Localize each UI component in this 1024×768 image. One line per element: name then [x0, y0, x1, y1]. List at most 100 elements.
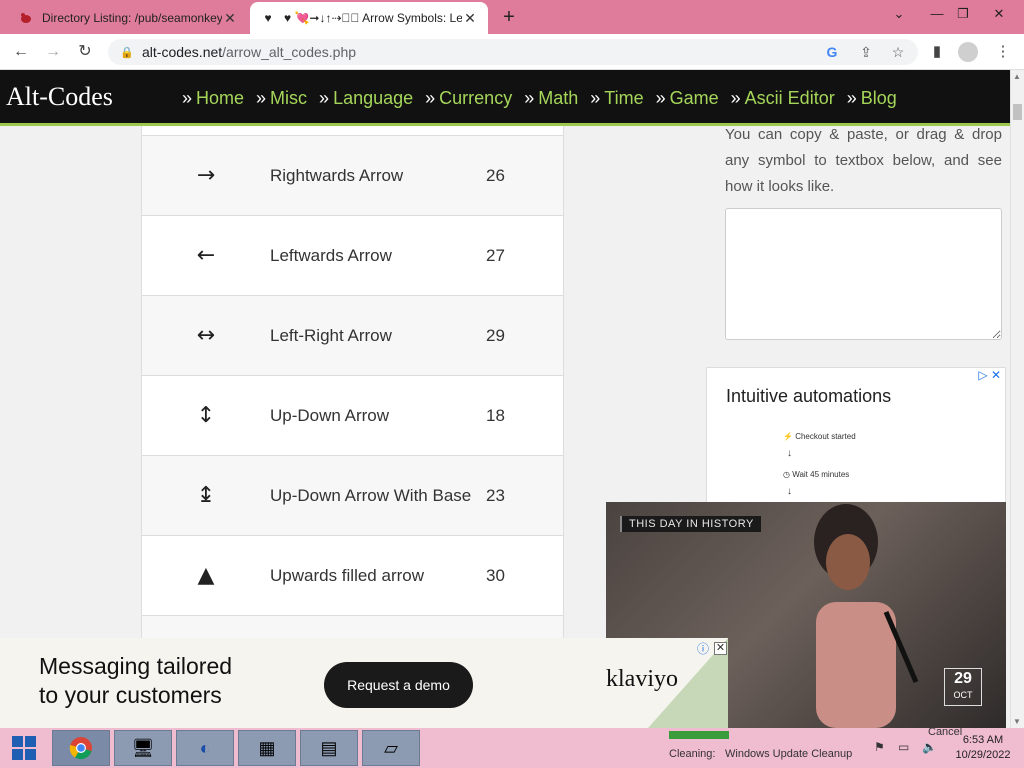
system-clock[interactable]: 6:53 AM 10/29/2022: [950, 733, 1016, 763]
profile-avatar[interactable]: [958, 42, 978, 62]
computer-icon: 🖥: [131, 737, 155, 758]
bug-icon: [18, 10, 34, 26]
nav-item-language[interactable]: » Language: [319, 88, 413, 109]
nav-item-game[interactable]: » Game: [656, 88, 719, 109]
alt-code: 30: [486, 565, 505, 585]
ad-info-icon[interactable]: ⓘ: [697, 640, 709, 657]
klaviyo-logo: klaviyo: [606, 666, 678, 692]
symbol-test-textbox[interactable]: [725, 208, 1002, 340]
volume-icon[interactable]: 🔈: [922, 740, 937, 754]
folder-tools-icon: ▤: [320, 737, 338, 758]
archive-icon: ▦: [258, 737, 276, 758]
scrollbar-thumb[interactable]: [1013, 104, 1022, 120]
restore-button[interactable]: ❐: [948, 3, 978, 25]
heart-icon: ♥: [264, 11, 272, 25]
windows-taskbar: 🖥 ◐ ▦ ▤ ▱ Cancel Cleaning: Windows Updat…: [0, 726, 1024, 768]
table-row: ▲ Upwards filled arrow 30: [142, 536, 563, 616]
chrome-taskbar-button[interactable]: [52, 730, 110, 766]
seamonkey-taskbar-button[interactable]: ◐: [176, 730, 234, 766]
windows-icon: [12, 736, 36, 760]
ad-close-icon[interactable]: ✕: [714, 642, 727, 655]
app-taskbar-button[interactable]: ▤: [300, 730, 358, 766]
network-icon[interactable]: ▭: [898, 740, 909, 754]
address-bar[interactable]: 🔒 alt-codes.net/arrow_alt_codes.php G ⇪ …: [108, 39, 918, 65]
forward-icon[interactable]: →: [42, 41, 64, 63]
symbol-cell[interactable]: ↨: [142, 483, 270, 508]
nav-item-math[interactable]: » Math: [524, 88, 578, 109]
scroll-down-icon[interactable]: ▼: [1013, 717, 1021, 726]
tab-directory-listing[interactable]: Directory Listing: /pub/seamonkey ✕: [8, 2, 248, 34]
alt-code: 29: [486, 325, 505, 345]
browser-toolbar: ← → ↻ 🔒 alt-codes.net/arrow_alt_codes.ph…: [0, 34, 1024, 70]
arrow-down-icon: ↓: [787, 486, 792, 497]
nav-item-misc[interactable]: » Misc: [256, 88, 307, 109]
symbol-cell[interactable]: ↕: [142, 403, 270, 428]
tab-arrow-symbols[interactable]: ♥ ♥ 💘➞↓↑⇢➤⃞ Arrow Symbols: Left ✕: [250, 2, 488, 34]
close-window-button[interactable]: ✕: [984, 3, 1014, 25]
back-icon[interactable]: ←: [10, 41, 32, 63]
menu-dots-icon[interactable]: ⋮: [992, 41, 1014, 63]
winrar-taskbar-button[interactable]: ▦: [238, 730, 296, 766]
cleanup-progress-bar: [669, 731, 729, 739]
page-scrollbar[interactable]: ▲ ▼: [1010, 70, 1024, 728]
table-row: ↕ Up-Down Arrow 18: [142, 376, 563, 456]
ad-klaviyo-banner[interactable]: Messaging tailored to your customers Req…: [0, 638, 728, 728]
new-tab-button[interactable]: +: [498, 6, 520, 28]
close-tab-icon[interactable]: ✕: [462, 10, 478, 26]
alt-code: 23: [486, 485, 505, 505]
symbol-cell[interactable]: ↔: [142, 323, 270, 348]
url-host: alt-codes.net: [142, 44, 223, 60]
nav-item-blog[interactable]: » Blog: [847, 88, 897, 109]
video-badge: THIS DAY IN HISTORY: [620, 516, 761, 532]
notepad-taskbar-button[interactable]: ▱: [362, 730, 420, 766]
notepad-icon: ▱: [384, 737, 398, 758]
ad-step: ⚡ Checkout started: [783, 432, 856, 441]
symbol-cell[interactable]: ←: [142, 243, 270, 268]
table-row: ↨ Up-Down Arrow With Base 23: [142, 456, 563, 536]
alt-code: 18: [486, 405, 505, 425]
date-badge: 29 OCT: [944, 668, 982, 706]
symbol-cell[interactable]: ▲: [142, 563, 270, 588]
site-nav: » Home » Misc » Language » Currency » Math » T…: [182, 88, 909, 109]
table-row: [142, 126, 563, 136]
browser-tabstrip: Directory Listing: /pub/seamonkey ✕ ♥ ♥ …: [0, 0, 1024, 34]
nav-item-home[interactable]: » Home: [182, 88, 244, 109]
flag-icon[interactable]: ⚑: [874, 740, 885, 754]
request-demo-button[interactable]: Request a demo: [324, 662, 473, 708]
google-icon[interactable]: G: [820, 39, 844, 65]
symbol-name: Up-Down Arrow: [270, 405, 390, 425]
cleaning-label: Cleaning:: [669, 748, 716, 760]
alt-code: 26: [486, 165, 505, 185]
tab-title: ♥ 💘➞↓↑⇢➤⃞ Arrow Symbols: Left: [284, 11, 462, 25]
symbol-name: Rightwards Arrow: [270, 165, 404, 185]
nav-item-time[interactable]: » Time: [590, 88, 643, 109]
seamonkey-icon: ◐: [199, 737, 211, 758]
share-icon[interactable]: ⇪: [854, 39, 878, 65]
symbol-name: Upwards filled arrow: [270, 565, 424, 585]
ad-choices-icon[interactable]: ▷ ✕: [978, 368, 1001, 382]
symbol-name: Up-Down Arrow With Base: [270, 485, 472, 505]
arrow-down-icon: ↓: [787, 448, 792, 459]
explorer-taskbar-button[interactable]: 🖥: [114, 730, 172, 766]
symbol-cell[interactable]: →: [142, 163, 270, 188]
arrow-symbols-table: → Rightwards Arrow 26 ← Leftwards Arrow …: [141, 126, 564, 696]
scroll-up-icon[interactable]: ▲: [1013, 72, 1021, 81]
side-panel-icon[interactable]: ▮: [926, 41, 948, 63]
copy-paste-instructions: You can copy & paste, or drag & drop any…: [725, 126, 1002, 195]
chrome-icon: [69, 737, 92, 760]
symbol-name: Leftwards Arrow: [270, 245, 392, 265]
nav-item-currency[interactable]: » Currency: [425, 88, 512, 109]
lock-icon: 🔒: [120, 46, 134, 59]
close-tab-icon[interactable]: ✕: [222, 10, 238, 26]
tab-title: Directory Listing: /pub/seamonkey: [42, 11, 222, 25]
tab-search-icon[interactable]: ⌄: [884, 3, 914, 25]
bookmark-star-icon[interactable]: ☆: [886, 39, 910, 65]
ad-intuitive-automations[interactable]: Intuitive automations ▷ ✕ ⚡ Checkout sta…: [706, 367, 1006, 507]
cleaning-task: Windows Update Cleanup: [725, 748, 853, 760]
ad-step: ◷ Wait 45 minutes: [783, 470, 850, 479]
site-logo[interactable]: Alt-Codes: [6, 82, 113, 112]
reload-icon[interactable]: ↻: [74, 41, 96, 63]
start-button[interactable]: [0, 728, 48, 768]
nav-item-ascii-editor[interactable]: » Ascii Editor: [731, 88, 835, 109]
table-row: → Rightwards Arrow 26: [142, 136, 563, 216]
